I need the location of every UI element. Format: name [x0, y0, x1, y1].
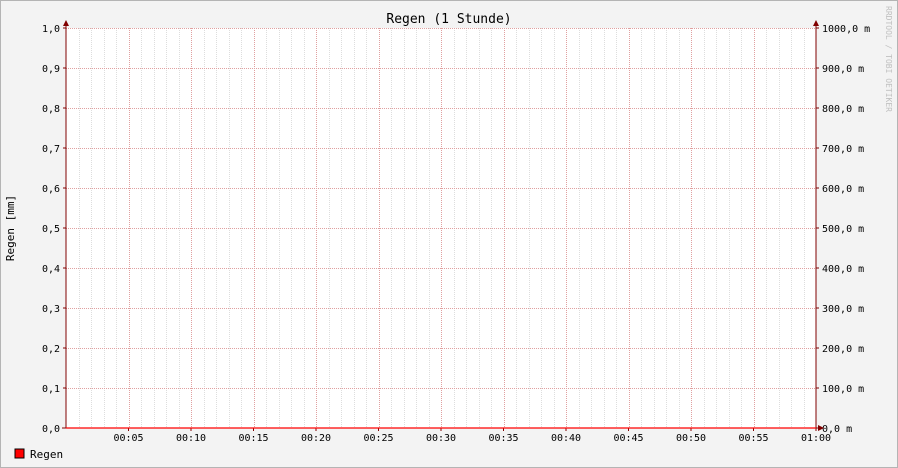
legend-label-regen: Regen [30, 448, 63, 461]
x-tick-label: 00:55 [738, 433, 768, 444]
y-tick-label: 0,3 [42, 304, 60, 315]
x-tick-label: 01:00 [801, 433, 831, 444]
y2-tick-label: 200,0 m [822, 344, 864, 355]
x-tick-label: 00:15 [238, 433, 268, 444]
x-tick-label: 00:20 [301, 433, 331, 444]
chart-canvas: Regen (1 Stunde) Regen [mm] RRDTOOL / TO… [0, 0, 898, 468]
y2-tick-label: 800,0 m [822, 104, 864, 115]
x-tick-label: 00:05 [113, 433, 143, 444]
x-tick-label: 00:45 [613, 433, 643, 444]
y2-tick-label: 600,0 m [822, 184, 864, 195]
x-tick-label: 00:35 [488, 433, 518, 444]
watermark-text: RRDTOOL / TOBI OETIKER [884, 6, 893, 112]
y-tick-label: 0,0 [42, 424, 60, 435]
x-tick-label: 00:10 [176, 433, 206, 444]
y-tick-label: 0,5 [42, 224, 60, 235]
chart-title: Regen (1 Stunde) [386, 12, 511, 27]
x-tick-label: 00:40 [551, 433, 581, 444]
y-tick-label: 0,7 [42, 144, 60, 155]
y-tick-label: 0,4 [42, 264, 60, 275]
y-tick-label: 0,9 [42, 64, 60, 75]
x-tick-label: 00:25 [363, 433, 393, 444]
y2-tick-label: 300,0 m [822, 304, 864, 315]
y2-tick-label: 700,0 m [822, 144, 864, 155]
y-tick-label: 0,2 [42, 344, 60, 355]
chart: Regen (1 Stunde) Regen [mm] RRDTOOL / TO… [0, 0, 898, 468]
x-tick-label: 00:50 [676, 433, 706, 444]
y-axis-label: Regen [mm] [4, 195, 17, 261]
y-tick-label: 0,1 [42, 384, 60, 395]
y-tick-label: 1,0 [42, 24, 60, 35]
x-tick-label: 00:30 [426, 433, 456, 444]
y2-tick-label: 100,0 m [822, 384, 864, 395]
y-tick-label: 0,6 [42, 184, 60, 195]
y2-tick-label: 900,0 m [822, 64, 864, 75]
y2-tick-label: 500,0 m [822, 224, 864, 235]
y2-tick-label: 1000,0 m [822, 24, 870, 35]
y2-tick-label: 400,0 m [822, 264, 864, 275]
y-tick-label: 0,8 [42, 104, 60, 115]
legend-swatch-regen [14, 448, 25, 459]
